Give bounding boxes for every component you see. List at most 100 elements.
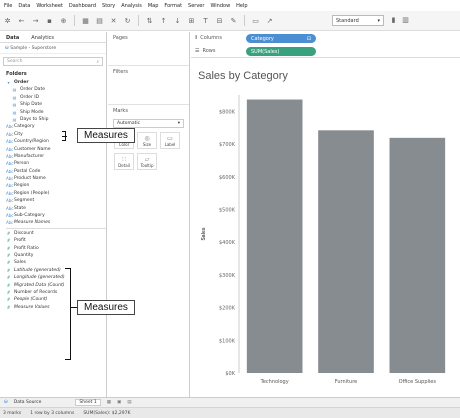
columns-pill[interactable]: Category ⊡ (246, 34, 316, 43)
tab-data[interactable]: Data (0, 32, 25, 42)
field-item[interactable]: ▤ Ship Date (6, 101, 106, 108)
field-item[interactable]: ▤ Ship Mode (6, 109, 106, 116)
field-item[interactable]: Abc Postal Code (6, 168, 106, 175)
field-label: Latitude (generated) (14, 267, 61, 273)
clear-sheet-icon[interactable]: ✕ (110, 17, 117, 25)
label-button[interactable]: ▭ Label (160, 132, 180, 149)
menu-item[interactable]: Help (236, 3, 247, 9)
redo-icon[interactable]: → (32, 17, 39, 25)
tooltip-button[interactable]: ▱ Tooltip (137, 153, 157, 170)
field-item[interactable]: Abc Region (People) (6, 190, 106, 197)
sort-descending-icon[interactable]: ↓ (174, 17, 181, 25)
field-item[interactable]: ▤ Days to Ship (6, 116, 106, 123)
measure-field-icon: # (6, 289, 11, 295)
field-item[interactable]: # Discount (6, 230, 106, 237)
pages-shelf[interactable] (108, 44, 189, 65)
menu-item[interactable]: Server (188, 3, 204, 9)
tableau-logo-icon[interactable]: ✲ (4, 17, 11, 25)
bar-furniture[interactable] (318, 130, 374, 373)
field-item[interactable]: Abc Customer Name (6, 146, 106, 153)
menu-item[interactable]: Analysis (121, 3, 142, 9)
field-item[interactable]: Abc Manufacturer (6, 153, 106, 160)
folder-label: Order (14, 80, 29, 85)
swap-axes-icon[interactable]: ⇅ (146, 17, 153, 25)
columns-label-text: Columns (200, 35, 222, 41)
datasource-tab[interactable]: Data Source (14, 400, 42, 405)
menu-item[interactable]: Format (164, 3, 182, 9)
field-item[interactable]: # Longitude (generated) (6, 274, 106, 281)
tab-analytics[interactable]: Analytics (25, 32, 60, 42)
shelves-area: ⦀ Columns Category ⊡ ☰ Rows SUM(Sales) (191, 32, 460, 58)
rows-shelf-label: ☰ Rows (195, 48, 216, 54)
field-item[interactable]: Abc Person (6, 160, 106, 167)
undo-icon[interactable]: ← (18, 17, 25, 25)
menu-item[interactable]: Data (18, 3, 30, 9)
menu-item[interactable]: Map (148, 3, 159, 9)
group-icon[interactable]: ⊞ (188, 17, 195, 25)
field-item[interactable]: # Profit Ratio (6, 245, 106, 252)
menu-item[interactable]: Dashboard (69, 3, 96, 9)
size-button[interactable]: ◎ Size (137, 132, 157, 149)
search-input[interactable]: Search ⌕ (3, 57, 103, 66)
menu-item[interactable]: Story (102, 3, 115, 9)
datasource-tab-icon: ⛁ (4, 400, 8, 405)
bar-technology[interactable] (246, 99, 303, 374)
field-item[interactable]: Abc Sub-Category (6, 212, 106, 219)
presentation-icon[interactable]: ▭ (252, 17, 259, 25)
label-icon[interactable]: T (202, 17, 209, 25)
new-sheet-icon[interactable]: ▦ (82, 17, 89, 25)
field-item[interactable]: Abc Product Name (6, 175, 106, 182)
dimension-field-icon: ▤ (12, 109, 17, 115)
field-item[interactable]: ▤ Order Date (6, 86, 106, 93)
dimension-field-icon: Abc (6, 131, 14, 137)
view-area[interactable]: Sales by Category Sales $0K $100K $200K $30… (191, 59, 460, 397)
datasource-label: Sample - Superstore (10, 46, 57, 51)
field-item[interactable]: # Latitude (generated) (6, 267, 106, 274)
detail-button[interactable]: ∷ Detail (114, 153, 134, 170)
database-icon: ⛁ (5, 46, 9, 51)
field-item[interactable]: # Migrated Data (Count) (6, 282, 106, 289)
field-item[interactable]: # Sales (6, 259, 106, 266)
y-tick-label: $300K (219, 273, 236, 279)
share-icon[interactable]: ↗ (266, 17, 273, 25)
new-sheet-tab-icon[interactable]: ▦ (107, 400, 111, 405)
sort-ascending-icon[interactable]: ↑ (160, 17, 167, 25)
new-story-tab-icon[interactable]: ▤ (127, 400, 131, 405)
menu-item[interactable]: Worksheet (36, 3, 63, 9)
fix-axes-icon[interactable]: ⊟ (216, 17, 223, 25)
highlight-icon[interactable]: ✎ (230, 17, 237, 25)
sheet-tab[interactable]: Sheet 1 (75, 399, 101, 406)
field-item[interactable]: ▤ Order ID (6, 94, 106, 101)
dimension-field-icon: ▤ (12, 87, 17, 93)
x-tick-label: Technology (260, 379, 289, 385)
field-item[interactable]: # Number of Records (6, 289, 106, 296)
bar-chart-icon[interactable]: ▮ (390, 16, 397, 24)
field-item[interactable]: Abc State (6, 205, 106, 212)
menu-item[interactable]: Window (210, 3, 230, 9)
bar-office-supplies[interactable] (389, 137, 446, 373)
refresh-icon[interactable]: ↻ (124, 17, 131, 25)
new-datasource-icon[interactable]: ⊕ (60, 17, 67, 25)
field-item[interactable]: # Profit (6, 237, 106, 244)
field-item[interactable]: Abc Measure Names (6, 219, 106, 226)
field-item[interactable]: Abc Segment (6, 197, 106, 204)
folder-order[interactable]: ▾ Order (6, 79, 106, 86)
datasource-item[interactable]: ⛁ Sample - Superstore (0, 43, 106, 54)
field-label: Quantity (14, 252, 34, 258)
menu-item[interactable]: File (4, 3, 12, 9)
dimension-field-icon: Abc (6, 176, 14, 182)
mark-type-select[interactable]: Automatic ▾ (113, 119, 184, 128)
show-me-icon[interactable]: ▥ (402, 16, 409, 24)
duplicate-sheet-icon[interactable]: ▤ (96, 17, 103, 25)
field-item[interactable]: # Quantity (6, 252, 106, 259)
measure-field-icon: # (6, 275, 11, 281)
filters-shelf[interactable] (108, 78, 189, 104)
rows-pill[interactable]: SUM(Sales) (246, 47, 316, 56)
callout-connector (70, 307, 77, 308)
new-dashboard-tab-icon[interactable]: ▣ (117, 400, 121, 405)
fit-select[interactable]: Standard ▾ (332, 15, 384, 26)
field-item[interactable]: Abc Region (6, 182, 106, 189)
toolbar-divider (244, 15, 245, 26)
save-icon[interactable]: ▪ (46, 17, 53, 25)
menu-bar: File Data Worksheet Dashboard Story Analysis M… (0, 0, 460, 11)
